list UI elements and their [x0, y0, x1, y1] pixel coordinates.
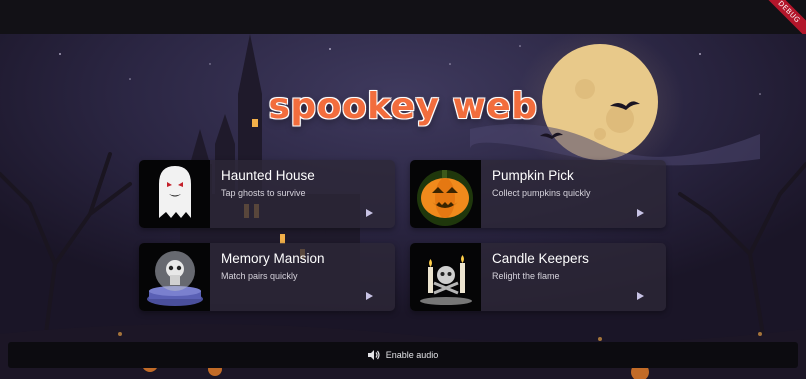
card-subtitle: Tap ghosts to survive	[221, 188, 306, 198]
card-title: Haunted House	[221, 168, 315, 183]
jack-o-lantern-icon	[417, 170, 473, 226]
card-subtitle: Collect pumpkins quickly	[492, 188, 591, 198]
game-card-pumpkin-pick[interactable]: Pumpkin Pick Collect pumpkins quickly	[410, 160, 666, 228]
speaker-icon	[367, 350, 380, 360]
enable-audio-button[interactable]: Enable audio	[8, 342, 798, 368]
play-icon[interactable]	[637, 209, 644, 217]
card-thumbnail	[410, 160, 481, 228]
card-thumbnail	[410, 243, 481, 311]
card-thumbnail	[139, 160, 210, 228]
skull-globe-icon	[147, 251, 203, 306]
candle-skull-icon	[420, 255, 472, 305]
card-subtitle: Relight the flame	[492, 271, 560, 281]
card-thumbnail	[139, 243, 210, 311]
card-title: Candle Keepers	[492, 251, 589, 266]
card-title: Pumpkin Pick	[492, 168, 574, 183]
card-subtitle: Match pairs quickly	[221, 271, 298, 281]
game-card-candle-keepers[interactable]: Candle Keepers Relight the flame	[410, 243, 666, 311]
halloween-background: spookey web Haunted House Tap ghosts to …	[0, 34, 806, 379]
game-card-haunted-house[interactable]: Haunted House Tap ghosts to survive	[139, 160, 395, 228]
enable-audio-label: Enable audio	[385, 350, 439, 360]
game-card-memory-mansion[interactable]: Memory Mansion Match pairs quickly	[139, 243, 395, 311]
card-title: Memory Mansion	[221, 251, 325, 266]
play-icon[interactable]	[366, 209, 373, 217]
top-app-bar: DEBUG	[0, 0, 806, 41]
app-title: spookey web	[268, 86, 538, 127]
ghost-icon	[159, 166, 191, 218]
play-icon[interactable]	[366, 292, 373, 300]
play-icon[interactable]	[637, 292, 644, 300]
